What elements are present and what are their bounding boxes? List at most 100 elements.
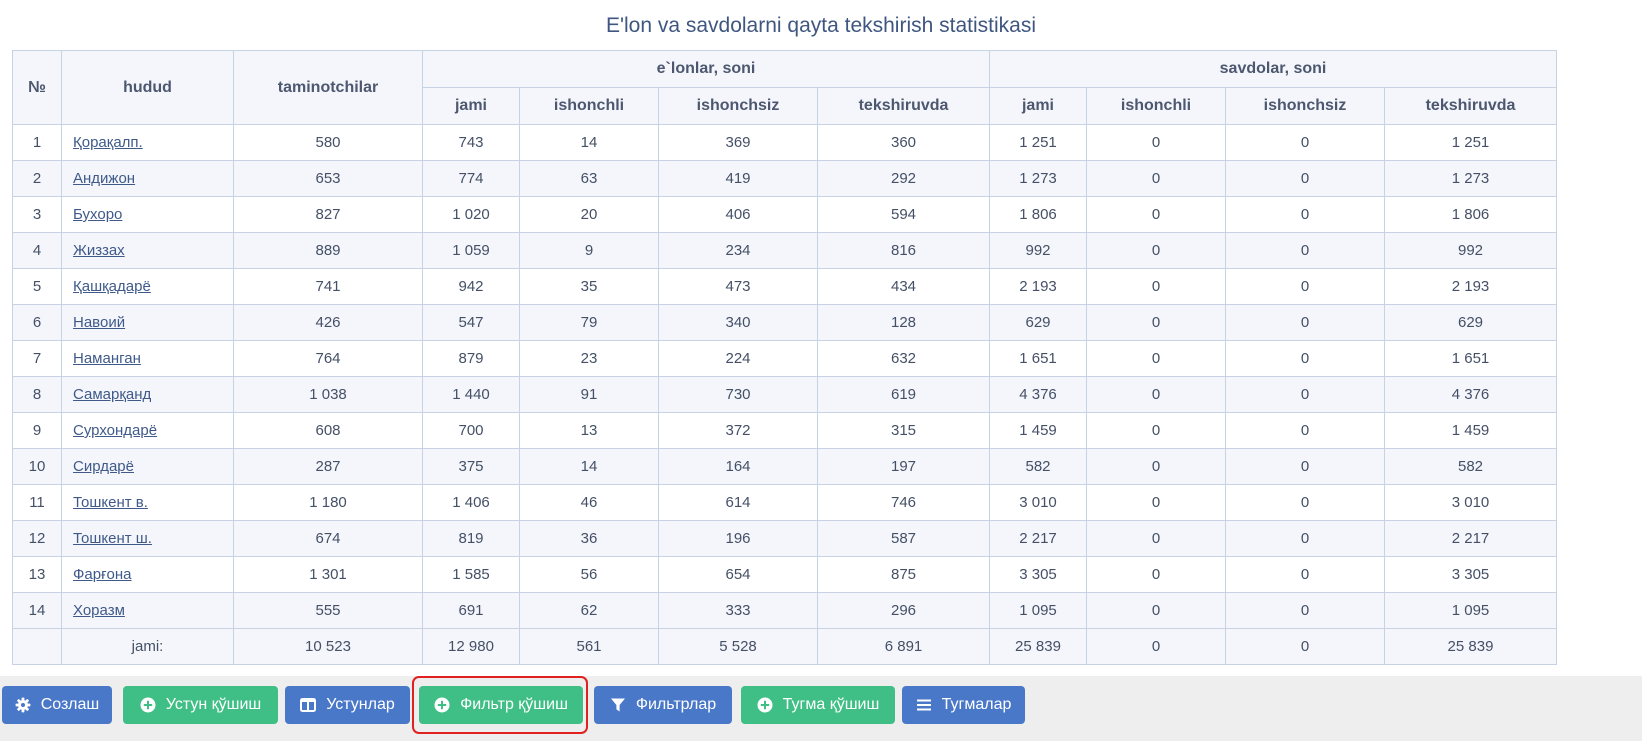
totals-trades-untrusted: 0 xyxy=(1225,628,1385,665)
trades-total-cell: 1 651 xyxy=(989,340,1087,377)
totals-ads-untrusted: 5 528 xyxy=(658,628,818,665)
region-link[interactable]: Наманган xyxy=(73,350,141,367)
trades-total-cell: 1 251 xyxy=(989,124,1087,161)
ads-checking-cell: 875 xyxy=(817,556,990,593)
suppliers-cell: 1 301 xyxy=(233,556,423,593)
ads-untrusted-cell: 224 xyxy=(658,340,818,377)
region-link[interactable]: Сирдарё xyxy=(73,458,134,475)
trades-untrusted-cell: 0 xyxy=(1225,484,1385,521)
suppliers-cell: 1 180 xyxy=(233,484,423,521)
region-link[interactable]: Қорақалп. xyxy=(73,134,143,151)
table-row: 5 Қашқадарё 741 942 35 473 434 2 193 0 0 2 193 xyxy=(12,268,1557,305)
columns-icon xyxy=(300,697,317,713)
add-filter-button[interactable]: Фильтр қўшиш xyxy=(419,686,583,724)
trades-untrusted-cell: 0 xyxy=(1225,412,1385,449)
add-button-label: Тугма қўшиш xyxy=(782,696,880,713)
header-ads-checking: tekshiruvda xyxy=(817,87,990,125)
trades-untrusted-cell: 0 xyxy=(1225,520,1385,557)
region-link[interactable]: Сурхондарё xyxy=(73,422,157,439)
trades-total-cell: 1 806 xyxy=(989,196,1087,233)
trades-untrusted-cell: 0 xyxy=(1225,232,1385,269)
suppliers-cell: 889 xyxy=(233,232,423,269)
table-row: 3 Бухоро 827 1 020 20 406 594 1 806 0 0 1 806 xyxy=(12,196,1557,233)
columns-button[interactable]: Устунлар xyxy=(285,686,410,724)
ads-untrusted-cell: 372 xyxy=(658,412,818,449)
row-number: 4 xyxy=(12,232,62,269)
suppliers-cell: 555 xyxy=(233,592,423,629)
region-cell: Навоий xyxy=(61,304,234,341)
trades-total-cell: 2 217 xyxy=(989,520,1087,557)
trades-checking-cell: 4 376 xyxy=(1384,376,1557,413)
plus-circle-icon xyxy=(757,697,773,713)
add-button-button[interactable]: Тугма қўшиш xyxy=(741,686,895,724)
table-row: 7 Наманган 764 879 23 224 632 1 651 0 0 1 651 xyxy=(12,340,1557,377)
columns-label: Устунлар xyxy=(326,696,395,713)
filters-button[interactable]: Фильтрлар xyxy=(594,686,732,724)
suppliers-cell: 827 xyxy=(233,196,423,233)
region-cell: Жиззах xyxy=(61,232,234,269)
region-link[interactable]: Фарғона xyxy=(73,566,132,583)
trades-trusted-cell: 0 xyxy=(1086,232,1226,269)
region-link[interactable]: Тошкент в. xyxy=(73,494,148,511)
trades-checking-cell: 992 xyxy=(1384,232,1557,269)
header-ads-trusted: ishonchli xyxy=(519,87,659,125)
trades-trusted-cell: 0 xyxy=(1086,376,1226,413)
trades-trusted-cell: 0 xyxy=(1086,520,1226,557)
add-column-button[interactable]: Устун қўшиш xyxy=(123,686,278,724)
ads-total-cell: 774 xyxy=(422,160,520,197)
ads-total-cell: 1 059 xyxy=(422,232,520,269)
ads-untrusted-cell: 614 xyxy=(658,484,818,521)
row-number: 2 xyxy=(12,160,62,197)
ads-checking-cell: 128 xyxy=(817,304,990,341)
suppliers-cell: 674 xyxy=(233,520,423,557)
ads-untrusted-cell: 234 xyxy=(658,232,818,269)
totals-label: jami: xyxy=(61,628,234,665)
settings-button[interactable]: Созлаш xyxy=(2,686,112,724)
suppliers-cell: 426 xyxy=(233,304,423,341)
row-number: 10 xyxy=(12,448,62,485)
row-number: 11 xyxy=(12,484,62,521)
ads-trusted-cell: 46 xyxy=(519,484,659,521)
statistics-panel: E'lon va savdolarni qayta tekshirish sta… xyxy=(0,0,1642,676)
table-row: 2 Андижон 653 774 63 419 292 1 273 0 0 1 273 xyxy=(12,160,1557,197)
row-number: 6 xyxy=(12,304,62,341)
region-link[interactable]: Жиззах xyxy=(73,242,125,259)
ads-untrusted-cell: 419 xyxy=(658,160,818,197)
trades-untrusted-cell: 0 xyxy=(1225,376,1385,413)
ads-trusted-cell: 20 xyxy=(519,196,659,233)
region-cell: Наманган xyxy=(61,340,234,377)
trades-untrusted-cell: 0 xyxy=(1225,340,1385,377)
ads-checking-cell: 587 xyxy=(817,520,990,557)
ads-untrusted-cell: 340 xyxy=(658,304,818,341)
trades-trusted-cell: 0 xyxy=(1086,556,1226,593)
table-row: 10 Сирдарё 287 375 14 164 197 582 0 0 582 xyxy=(12,448,1557,485)
region-link[interactable]: Тошкент ш. xyxy=(73,530,152,547)
suppliers-cell: 287 xyxy=(233,448,423,485)
region-link[interactable]: Қашқадарё xyxy=(73,278,151,295)
region-link[interactable]: Андижон xyxy=(73,170,135,187)
header-suppliers: taminotchilar xyxy=(233,50,423,125)
trades-checking-cell: 2 193 xyxy=(1384,268,1557,305)
region-cell: Тошкент в. xyxy=(61,484,234,521)
region-link[interactable]: Бухоро xyxy=(73,206,122,223)
ads-checking-cell: 434 xyxy=(817,268,990,305)
buttons-label: Тугмалар xyxy=(941,696,1012,713)
page-title: E'lon va savdolarni qayta tekshirish sta… xyxy=(605,14,1037,37)
table-row: 4 Жиззах 889 1 059 9 234 816 992 0 0 992 xyxy=(12,232,1557,269)
buttons-button[interactable]: Тугмалар xyxy=(902,686,1025,724)
ads-total-cell: 700 xyxy=(422,412,520,449)
trades-untrusted-cell: 0 xyxy=(1225,124,1385,161)
header-trades-trusted: ishonchli xyxy=(1086,87,1226,125)
trades-total-cell: 3 305 xyxy=(989,556,1087,593)
trades-trusted-cell: 0 xyxy=(1086,484,1226,521)
region-link[interactable]: Хоразм xyxy=(73,602,125,619)
region-link[interactable]: Навоий xyxy=(73,314,125,331)
region-link[interactable]: Самарқанд xyxy=(73,386,151,403)
ads-total-cell: 547 xyxy=(422,304,520,341)
ads-total-cell: 743 xyxy=(422,124,520,161)
table-row: 13 Фарғона 1 301 1 585 56 654 875 3 305 0 0 3 305 xyxy=(12,556,1557,593)
ads-untrusted-cell: 406 xyxy=(658,196,818,233)
ads-checking-cell: 315 xyxy=(817,412,990,449)
plus-circle-icon xyxy=(434,697,450,713)
header-trades-group: savdolar, soni xyxy=(989,50,1557,88)
